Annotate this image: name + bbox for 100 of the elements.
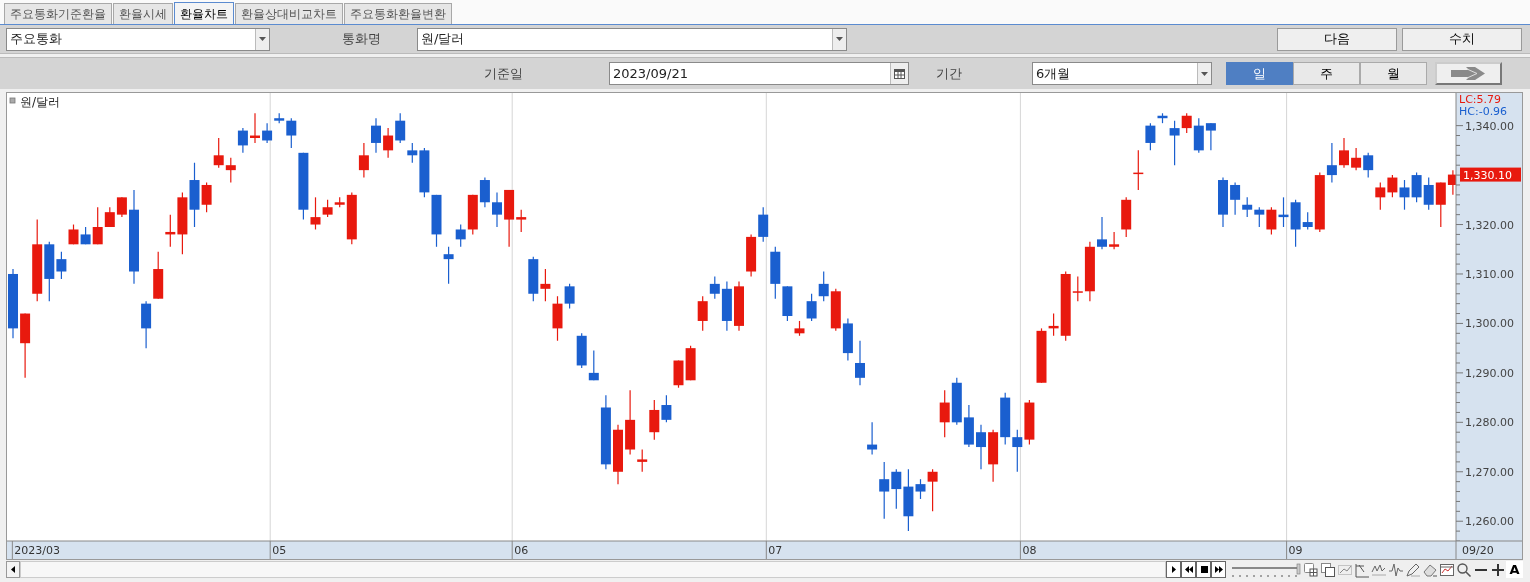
y-axis-label: 1,280.00 [1465, 416, 1514, 430]
candlestick [830, 288, 841, 332]
media-button[interactable] [1211, 561, 1226, 578]
candlestick [1399, 179, 1410, 211]
media-button[interactable] [1196, 561, 1211, 578]
period-label: 기간 [936, 64, 962, 83]
left-arrow-icon [11, 566, 15, 573]
candlestick [1205, 122, 1216, 151]
tab[interactable]: 환율상대비교차트 [235, 3, 343, 24]
interval-tab[interactable]: 월 [1360, 62, 1427, 85]
candlestick [479, 176, 490, 208]
grid-icon [1302, 561, 1319, 578]
chart-tool-button[interactable] [1319, 561, 1336, 578]
candlestick [758, 206, 769, 243]
chart-tool-button[interactable] [1455, 561, 1472, 578]
candlestick [1387, 174, 1398, 198]
candlestick [116, 196, 127, 218]
y-axis-label: 1,290.00 [1465, 366, 1514, 380]
candlestick [1363, 152, 1374, 179]
candlestick [1097, 216, 1107, 250]
candlestick [939, 389, 950, 438]
candlestick [371, 117, 381, 154]
next-page-button[interactable] [1435, 62, 1502, 85]
search-icon [1455, 561, 1472, 578]
toolbar-button[interactable]: 수치 [1402, 27, 1522, 51]
candlestick [250, 112, 260, 144]
currency-name-label: 통화명 [342, 30, 381, 49]
pulse-icon [1387, 561, 1404, 578]
date-field[interactable]: 2023/09/21 [609, 62, 909, 85]
y-axis-label: 1,270.00 [1465, 465, 1514, 479]
zoom-slider[interactable] [1232, 562, 1302, 578]
candlestick [1423, 176, 1434, 211]
candlestick [8, 268, 18, 339]
tab[interactable]: 주요통화기준환율 [4, 3, 112, 24]
minus-icon [1474, 568, 1487, 571]
y-axis-label: 1,340.00 [1465, 119, 1514, 133]
candlestick [855, 340, 865, 386]
period-dropdown[interactable]: 6개월 [1032, 62, 1212, 85]
x-axis-label: 06 [514, 544, 529, 557]
crosshair-line-icon [1353, 561, 1370, 578]
candlestick [842, 317, 853, 362]
candlestick [1266, 206, 1277, 235]
font-button[interactable]: A [1506, 561, 1523, 578]
candlestick [988, 429, 999, 483]
candlestick [358, 142, 369, 179]
caret-icon [259, 37, 266, 41]
candlestick [673, 359, 684, 389]
chart-tool-button[interactable] [1489, 561, 1506, 578]
x-axis-label: 2023/03 [14, 544, 61, 557]
toolbar-button[interactable]: 다음 [1277, 27, 1397, 51]
chart-window-icon [1438, 561, 1455, 578]
interval-tab[interactable]: 주 [1293, 62, 1360, 85]
caret-icon [836, 37, 843, 41]
candlestick [213, 137, 224, 169]
candlestick [818, 270, 829, 302]
candlestick [1000, 392, 1011, 446]
candlestick [685, 345, 696, 381]
chart-tool-button[interactable] [1404, 561, 1421, 578]
candlestick [153, 251, 164, 300]
currency-dropdown[interactable]: 원/달러 [417, 27, 847, 51]
lc-value: LC:5.79 [1459, 93, 1501, 106]
candlestick [237, 127, 248, 154]
pencil-icon [1404, 561, 1421, 578]
candlestick [141, 300, 152, 349]
tab[interactable]: 환율시세 [113, 3, 173, 24]
candlestick [976, 424, 986, 470]
slider-thumb[interactable] [1296, 563, 1301, 575]
chart-legend: 원/달러 [20, 95, 61, 109]
y-axis-label: 1,320.00 [1465, 218, 1514, 232]
x-axis-label: 07 [768, 544, 783, 557]
y-axis-label: 1,300.00 [1465, 317, 1514, 331]
candlestick [492, 191, 502, 228]
candlestick [528, 256, 539, 302]
tab[interactable]: 환율차트 [174, 2, 234, 24]
plus-icon [1491, 563, 1504, 576]
rewind-icon [1183, 564, 1194, 575]
candlestick [613, 424, 623, 485]
candlestick [746, 233, 757, 278]
calendar-icon[interactable] [894, 68, 905, 79]
candlestick [1375, 181, 1386, 211]
media-button[interactable] [1166, 561, 1181, 578]
candlestick [1024, 399, 1035, 446]
media-button[interactable] [1181, 561, 1196, 578]
candlestick [734, 280, 744, 332]
chart-tool-button[interactable] [1438, 561, 1455, 578]
scroll-left-button[interactable] [6, 561, 20, 578]
caret-icon [1201, 71, 1208, 76]
candlestick [963, 404, 974, 448]
candlestick [20, 312, 31, 379]
chart-tool-button[interactable] [1302, 561, 1319, 578]
tab[interactable]: 주요통화환율변환 [344, 3, 452, 24]
interval-tab[interactable]: 일 [1226, 62, 1293, 85]
candlestick [588, 350, 599, 381]
candlestick [879, 461, 890, 520]
candlestick [1254, 206, 1265, 228]
candlestick [68, 223, 79, 245]
overlap-icon [1319, 561, 1336, 578]
x-axis-end-label: 09/20 [1462, 544, 1494, 557]
currency-group-dropdown[interactable]: 주요통화 [6, 27, 270, 51]
fast-forward-icon [1213, 564, 1224, 575]
